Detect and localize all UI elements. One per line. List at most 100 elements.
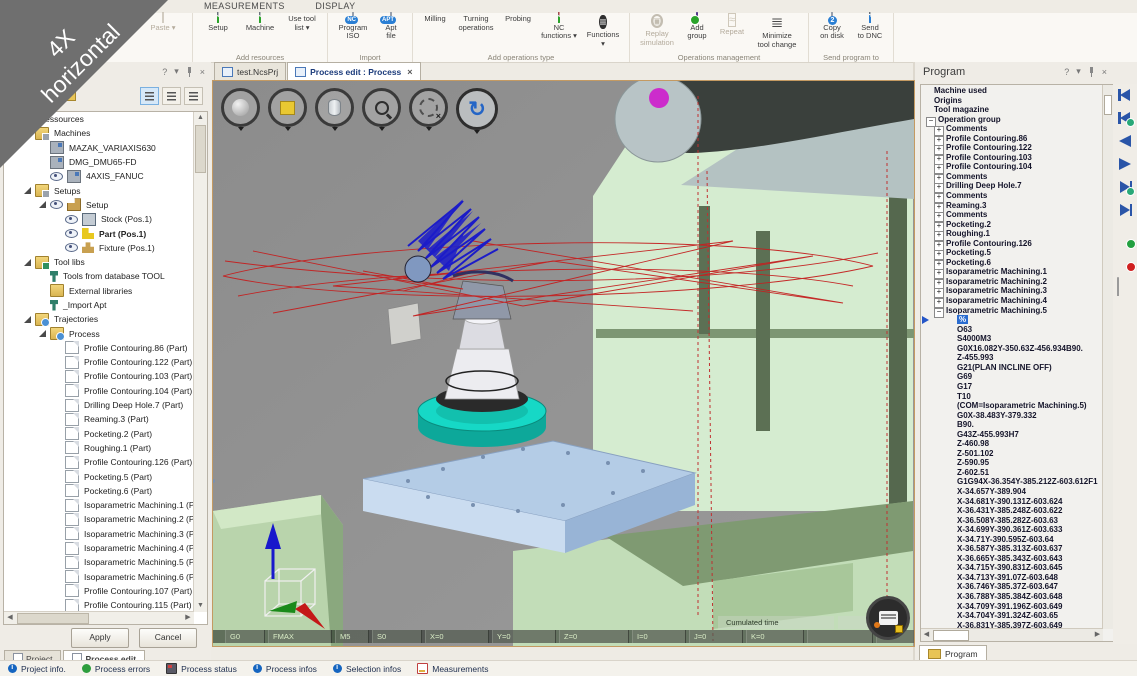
tree-item[interactable]: Profile Contouring.86 (Part) xyxy=(4,341,194,355)
tree-item[interactable]: Pocketing.2 (Part) xyxy=(4,427,194,441)
program-tree-item[interactable]: −Operation group xyxy=(921,115,1103,125)
eye-icon[interactable] xyxy=(50,172,63,181)
tree-item[interactable]: Isoparametric Machining.3 (Pa xyxy=(4,527,194,541)
scrollbar-thumb[interactable] xyxy=(1104,95,1112,115)
program-code-line[interactable]: X-36.665Y-385.343Z-603.643 xyxy=(921,554,1103,564)
machine-status-badge[interactable] xyxy=(866,596,910,640)
status-item[interactable]: Project info. xyxy=(8,664,66,674)
zoom-button[interactable] xyxy=(362,88,401,127)
tab-process-edit-process[interactable]: Process edit : Process× xyxy=(287,62,420,80)
program-code-line[interactable]: Z-460.98 xyxy=(921,439,1103,449)
program-tree-item[interactable]: +Isoparametric Machining.2 xyxy=(921,277,1103,287)
program-code-line[interactable]: Z-602.51 xyxy=(921,468,1103,478)
tree-item[interactable]: Pocketing.6 (Part) xyxy=(4,484,194,498)
tree-item[interactable]: Profile Contouring.103 (Part) xyxy=(4,369,194,383)
program-horizontal-scrollbar[interactable]: ◀▶ xyxy=(921,628,1103,641)
display-mode-button[interactable] xyxy=(268,88,307,127)
program-code-line[interactable]: X-36.788Y-385.384Z-603.648 xyxy=(921,592,1103,602)
go-next-operation-button[interactable] xyxy=(1117,180,1133,194)
close-icon[interactable]: × xyxy=(1102,67,1107,77)
tree-item[interactable]: Pocketing.5 (Part) xyxy=(4,469,194,483)
program-code-line[interactable]: X-34.681Y-390.131Z-603.624 xyxy=(921,497,1103,507)
tree-item[interactable]: Part (Pos.1) xyxy=(4,226,194,240)
program-code-line[interactable]: X-36.746Y-385.37Z-603.647 xyxy=(921,582,1103,592)
status-item[interactable]: Process status xyxy=(166,663,237,674)
program-tree-item[interactable]: +Profile Contouring.103 xyxy=(921,153,1103,163)
tree-item[interactable]: Profile Contouring.107 (Part) xyxy=(4,584,194,598)
expand-icon[interactable] xyxy=(39,201,46,208)
step-back-button[interactable] xyxy=(1117,134,1133,148)
turning-operations-button[interactable]: Turning operations xyxy=(453,14,499,32)
tree-item[interactable]: MAZAK_VARIAXIS630 xyxy=(4,141,194,155)
program-code-line[interactable]: B90. xyxy=(921,420,1103,430)
tree-item[interactable]: Tools from database TOOL xyxy=(4,269,194,283)
tree-item[interactable]: Roughing.1 (Part) xyxy=(4,441,194,455)
chevron-down-icon[interactable]: ▾ xyxy=(174,66,179,77)
tree-item[interactable]: External libraries xyxy=(4,284,194,298)
3d-scene[interactable]: ↻ Cumulated time 0h 0' 0'' G0FMAXM5S0X=0… xyxy=(212,80,915,647)
functions-button[interactable]: ≡Functions ▾ xyxy=(581,14,625,48)
stock-display-button[interactable] xyxy=(315,88,354,127)
step-forward-button[interactable] xyxy=(1117,157,1133,171)
eye-icon[interactable] xyxy=(65,229,78,238)
tree-item[interactable]: Fixture (Pos.1) xyxy=(4,241,194,255)
status-item[interactable]: Measurements xyxy=(417,663,488,674)
delete-operation-button[interactable] xyxy=(1117,255,1133,269)
program-code-line[interactable]: X-36.431Y-385.248Z-603.622 xyxy=(921,506,1103,516)
program-code-line[interactable]: G69 xyxy=(921,372,1103,382)
program-code-line[interactable]: G17 xyxy=(921,382,1103,392)
program-code-line[interactable]: X-34.709Y-391.196Z-603.649 xyxy=(921,602,1103,612)
program-code-line[interactable]: S4000M3 xyxy=(921,334,1103,344)
tree-item[interactable]: 4AXIS_FANUC xyxy=(4,169,194,183)
program-tree-item[interactable]: +Drilling Deep Hole.7 xyxy=(921,181,1103,191)
ribbon-tab-display[interactable]: DISPLAY xyxy=(301,0,369,11)
tree-item[interactable]: Isoparametric Machining.1 (Pa xyxy=(4,498,194,512)
program-vertical-scrollbar[interactable] xyxy=(1102,85,1113,629)
program-code-line[interactable]: G1G94X-36.354Y-385.212Z-603.612F1 xyxy=(921,477,1103,487)
program-tree-item[interactable]: −Isoparametric Machining.5 xyxy=(921,306,1103,316)
scrollbar-thumb[interactable] xyxy=(933,630,969,641)
apt-file-button[interactable]: APTApt file xyxy=(374,14,408,41)
program-tree-item[interactable]: +Isoparametric Machining.1 xyxy=(921,267,1103,277)
program-tree-item[interactable]: +Comments xyxy=(921,191,1103,201)
go-first-button[interactable] xyxy=(1117,88,1133,102)
expand-icon[interactable] xyxy=(24,316,31,323)
tab-test-ncsprj[interactable]: test.NcsPrj xyxy=(214,62,286,80)
program-code-line[interactable]: G0X16.082Y-350.63Z-456.934B90. xyxy=(921,344,1103,354)
tree-item[interactable]: Drilling Deep Hole.7 (Part) xyxy=(4,398,194,412)
use-tool-list-button[interactable]: Use tool list ▾ xyxy=(281,14,323,32)
vertical-scrollbar[interactable]: ▲▼ xyxy=(193,112,207,612)
status-item[interactable]: Process errors xyxy=(82,664,150,674)
chevron-down-icon[interactable]: ▾ xyxy=(1076,66,1081,77)
eye-icon[interactable] xyxy=(50,200,63,209)
go-last-button[interactable] xyxy=(1117,203,1133,217)
program-code-line[interactable]: X-34.713Y-391.07Z-603.648 xyxy=(921,573,1103,583)
probing-button[interactable]: Probing xyxy=(499,14,537,24)
program-tree-item[interactable]: +Comments xyxy=(921,210,1103,220)
replay-simulation-button[interactable]: ▣Replay simulation xyxy=(634,14,680,47)
program-code-line[interactable]: X-36.587Y-385.313Z-603.637 xyxy=(921,544,1103,554)
tree-item[interactable]: Profile Contouring.104 (Part) xyxy=(4,384,194,398)
program-tree-item[interactable]: Tool magazine xyxy=(921,105,1103,115)
close-icon[interactable]: × xyxy=(200,67,205,77)
tree-item[interactable]: Isoparametric Machining.2 (Pa xyxy=(4,512,194,526)
scrollbar-thumb[interactable] xyxy=(17,613,89,624)
program-code-line[interactable]: Z-501.102 xyxy=(921,449,1103,459)
program-tree-item[interactable]: Origins xyxy=(921,96,1103,106)
program-code-line[interactable]: G0X-38.483Y-379.332 xyxy=(921,411,1103,421)
program-tree-item[interactable]: +Pocketing.6 xyxy=(921,258,1103,268)
tree-item[interactable]: Process xyxy=(4,326,194,340)
tree-item[interactable]: Setups xyxy=(4,183,194,197)
horizontal-scrollbar[interactable]: ◀▶ xyxy=(4,611,194,624)
tree-item[interactable]: Trajectories xyxy=(4,312,194,326)
tree-item[interactable]: Reaming.3 (Part) xyxy=(4,412,194,426)
program-tree-item[interactable]: +Profile Contouring.122 xyxy=(921,143,1103,153)
copy-on-disk-button[interactable]: 2Copy on disk xyxy=(813,14,851,41)
tree-item[interactable]: Profile Contouring.126 (Part) xyxy=(4,455,194,469)
view-orientation-button[interactable] xyxy=(221,88,260,127)
expand-icon[interactable] xyxy=(24,259,31,266)
close-tab-icon[interactable]: × xyxy=(407,67,412,77)
program-tree-item[interactable]: +Isoparametric Machining.3 xyxy=(921,286,1103,296)
tree-item[interactable]: Stock (Pos.1) xyxy=(4,212,194,226)
program-code-line[interactable]: Z-455.993 xyxy=(921,353,1103,363)
